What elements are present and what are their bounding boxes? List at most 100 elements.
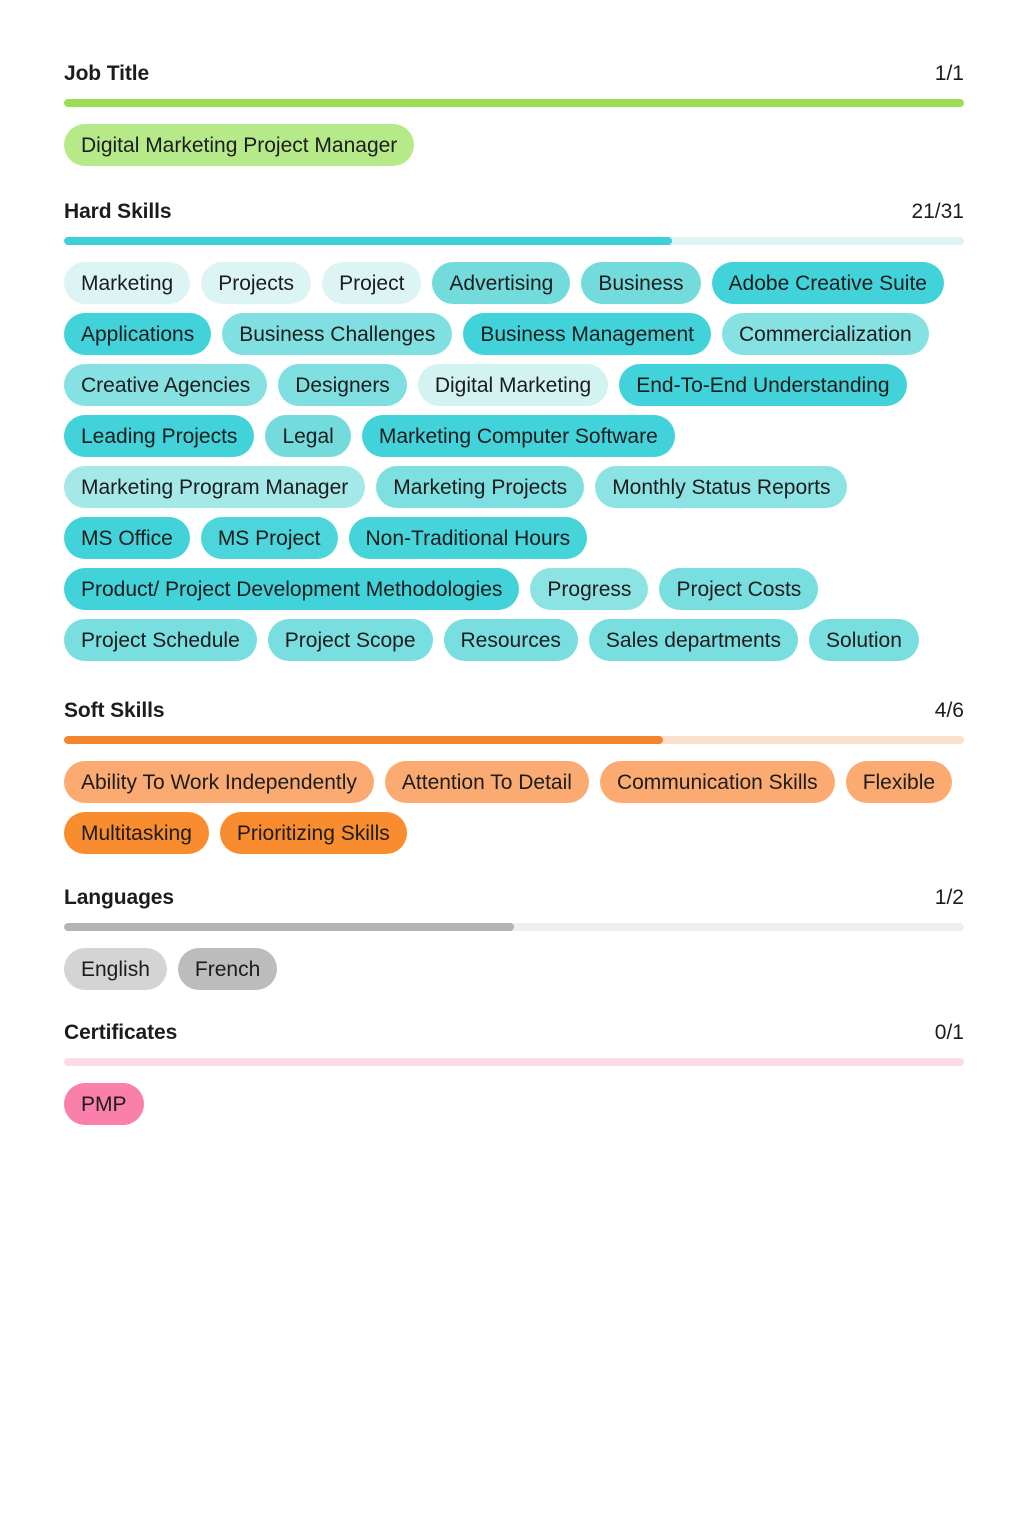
progress-track-hard_skills bbox=[64, 237, 964, 245]
pill-item[interactable]: Project Costs bbox=[659, 568, 819, 610]
pill-label: Project Schedule bbox=[81, 628, 240, 652]
pill-label: Advertising bbox=[449, 271, 554, 295]
section-header-hard_skills: Hard Skills 21/31 bbox=[64, 166, 964, 224]
pill-item[interactable]: Projects bbox=[201, 262, 312, 304]
pill-item[interactable]: Adobe Creative Suite bbox=[711, 262, 944, 304]
pill-item[interactable]: PMP bbox=[64, 1083, 144, 1125]
progress-fill-soft_skills bbox=[64, 736, 663, 744]
pill-item[interactable]: Leading Projects bbox=[64, 415, 255, 457]
pill-list-job_title: Digital Marketing Project Manager bbox=[64, 124, 964, 166]
pill-item[interactable]: Marketing Projects bbox=[376, 466, 585, 508]
pill-label: Multitasking bbox=[81, 821, 192, 845]
pill-item[interactable]: French bbox=[177, 948, 278, 990]
pill-label: Projects bbox=[218, 271, 295, 295]
pill-label: Project bbox=[339, 271, 405, 295]
progress-track-job_title bbox=[64, 99, 964, 107]
section-hard_skills: Hard Skills 21/31 Marketing Projects Project… bbox=[64, 166, 964, 661]
progress-fill-hard_skills bbox=[64, 237, 672, 245]
section-title-certificates: Certificates bbox=[64, 1021, 178, 1044]
pill-label: Resources bbox=[460, 628, 561, 652]
pill-label: Creative Agencies bbox=[81, 373, 251, 397]
pill-label: Business bbox=[598, 271, 684, 295]
pill-item[interactable]: Business Challenges bbox=[222, 313, 453, 355]
pill-label: Prioritizing Skills bbox=[236, 821, 390, 845]
pill-item[interactable]: Multitasking bbox=[64, 812, 209, 854]
pill-label: Project Scope bbox=[284, 628, 416, 652]
progress-track-languages bbox=[64, 923, 964, 931]
pill-item[interactable]: Project bbox=[322, 262, 422, 304]
section-header-soft_skills: Soft Skills 4/6 bbox=[64, 661, 964, 723]
pill-item[interactable]: MS Project bbox=[200, 517, 338, 559]
section-title-hard_skills: Hard Skills bbox=[64, 200, 172, 223]
pill-item[interactable]: Creative Agencies bbox=[64, 364, 268, 406]
pill-list-languages: English French bbox=[64, 948, 964, 990]
pill-item[interactable]: Marketing Computer Software bbox=[361, 415, 675, 457]
pill-item[interactable]: Monthly Status Reports bbox=[595, 466, 848, 508]
pill-list-hard_skills: Marketing Projects Project Advertising Busin… bbox=[64, 262, 964, 661]
section-title-job_title: Job Title bbox=[64, 62, 150, 85]
pill-item[interactable]: Legal bbox=[265, 415, 351, 457]
pill-item[interactable]: Progress bbox=[530, 568, 649, 610]
pill-item[interactable]: Business bbox=[581, 262, 701, 304]
section-title-soft_skills: Soft Skills bbox=[64, 699, 165, 722]
pill-item[interactable]: Attention To Detail bbox=[384, 761, 589, 803]
pill-item[interactable]: Resources bbox=[443, 619, 578, 661]
pill-label: Commercialization bbox=[738, 322, 912, 346]
pill-label: Marketing bbox=[81, 271, 174, 295]
section-languages: Languages 1/2 English French bbox=[64, 854, 964, 990]
pill-item[interactable]: Advertising bbox=[432, 262, 571, 304]
pill-label: Legal bbox=[282, 424, 334, 448]
pill-label: End-To-End Understanding bbox=[636, 373, 890, 397]
section-count-soft_skills: 4/6 bbox=[934, 699, 964, 722]
section-header-job_title: Job Title 1/1 bbox=[64, 0, 964, 86]
pill-label: Marketing Computer Software bbox=[378, 424, 658, 448]
pill-item[interactable]: Product/ Project Development Methodologi… bbox=[64, 568, 520, 610]
pill-item[interactable]: Commercialization bbox=[721, 313, 929, 355]
pill-item[interactable]: Applications bbox=[64, 313, 212, 355]
pill-item[interactable]: Project Scope bbox=[267, 619, 433, 661]
section-title-languages: Languages bbox=[64, 886, 174, 909]
pill-item[interactable]: Marketing bbox=[64, 262, 191, 304]
pill-item[interactable]: Project Schedule bbox=[64, 619, 257, 661]
pill-item[interactable]: Non-Traditional Hours bbox=[348, 517, 588, 559]
pill-item[interactable]: Sales departments bbox=[588, 619, 799, 661]
pill-item[interactable]: Business Management bbox=[463, 313, 711, 355]
pill-label: Non-Traditional Hours bbox=[365, 526, 571, 550]
pill-item[interactable]: Ability To Work Independently bbox=[64, 761, 374, 803]
progress-fill-languages bbox=[64, 923, 514, 931]
section-certificates: Certificates 0/1 PMP bbox=[64, 990, 964, 1125]
pill-item[interactable]: Designers bbox=[278, 364, 407, 406]
pill-item[interactable]: Communication Skills bbox=[599, 761, 835, 803]
pill-label: Attention To Detail bbox=[401, 770, 572, 794]
pill-item[interactable]: Prioritizing Skills bbox=[219, 812, 407, 854]
section-job_title: Job Title 1/1 Digital Marketing Project Ma… bbox=[64, 0, 964, 166]
pill-item[interactable]: English bbox=[64, 948, 167, 990]
pill-item[interactable]: Marketing Program Manager bbox=[64, 466, 366, 508]
pill-label: Digital Marketing Project Manager bbox=[81, 133, 398, 157]
pill-label: PMP bbox=[81, 1092, 127, 1116]
pill-item[interactable]: Digital Marketing Project Manager bbox=[64, 124, 415, 166]
pill-label: Monthly Status Reports bbox=[612, 475, 831, 499]
pill-label: Digital Marketing bbox=[434, 373, 592, 397]
pill-item[interactable]: End-To-End Understanding bbox=[619, 364, 907, 406]
section-count-languages: 1/2 bbox=[934, 886, 964, 909]
section-count-job_title: 1/1 bbox=[934, 62, 964, 85]
pill-label: Marketing Projects bbox=[393, 475, 568, 499]
pill-item[interactable]: Digital Marketing bbox=[417, 364, 609, 406]
pill-item[interactable]: Flexible bbox=[845, 761, 953, 803]
pill-list-certificates: PMP bbox=[64, 1083, 964, 1125]
pill-label: French bbox=[194, 957, 261, 981]
pill-label: Solution bbox=[826, 628, 902, 652]
pill-label: Sales departments bbox=[605, 628, 782, 652]
pill-item[interactable]: MS Office bbox=[64, 517, 190, 559]
pill-label: Business Challenges bbox=[239, 322, 436, 346]
pill-label: Leading Projects bbox=[81, 424, 238, 448]
pill-item[interactable]: Solution bbox=[809, 619, 919, 661]
pill-label: Business Management bbox=[480, 322, 694, 346]
progress-fill-job_title bbox=[64, 99, 964, 107]
skills-match-panel: Job Title 1/1 Digital Marketing Project Ma… bbox=[0, 0, 1028, 1536]
pill-label: Marketing Program Manager bbox=[81, 475, 349, 499]
progress-track-soft_skills bbox=[64, 736, 964, 744]
pill-label: Ability To Work Independently bbox=[81, 770, 357, 794]
pill-label: English bbox=[81, 957, 150, 981]
